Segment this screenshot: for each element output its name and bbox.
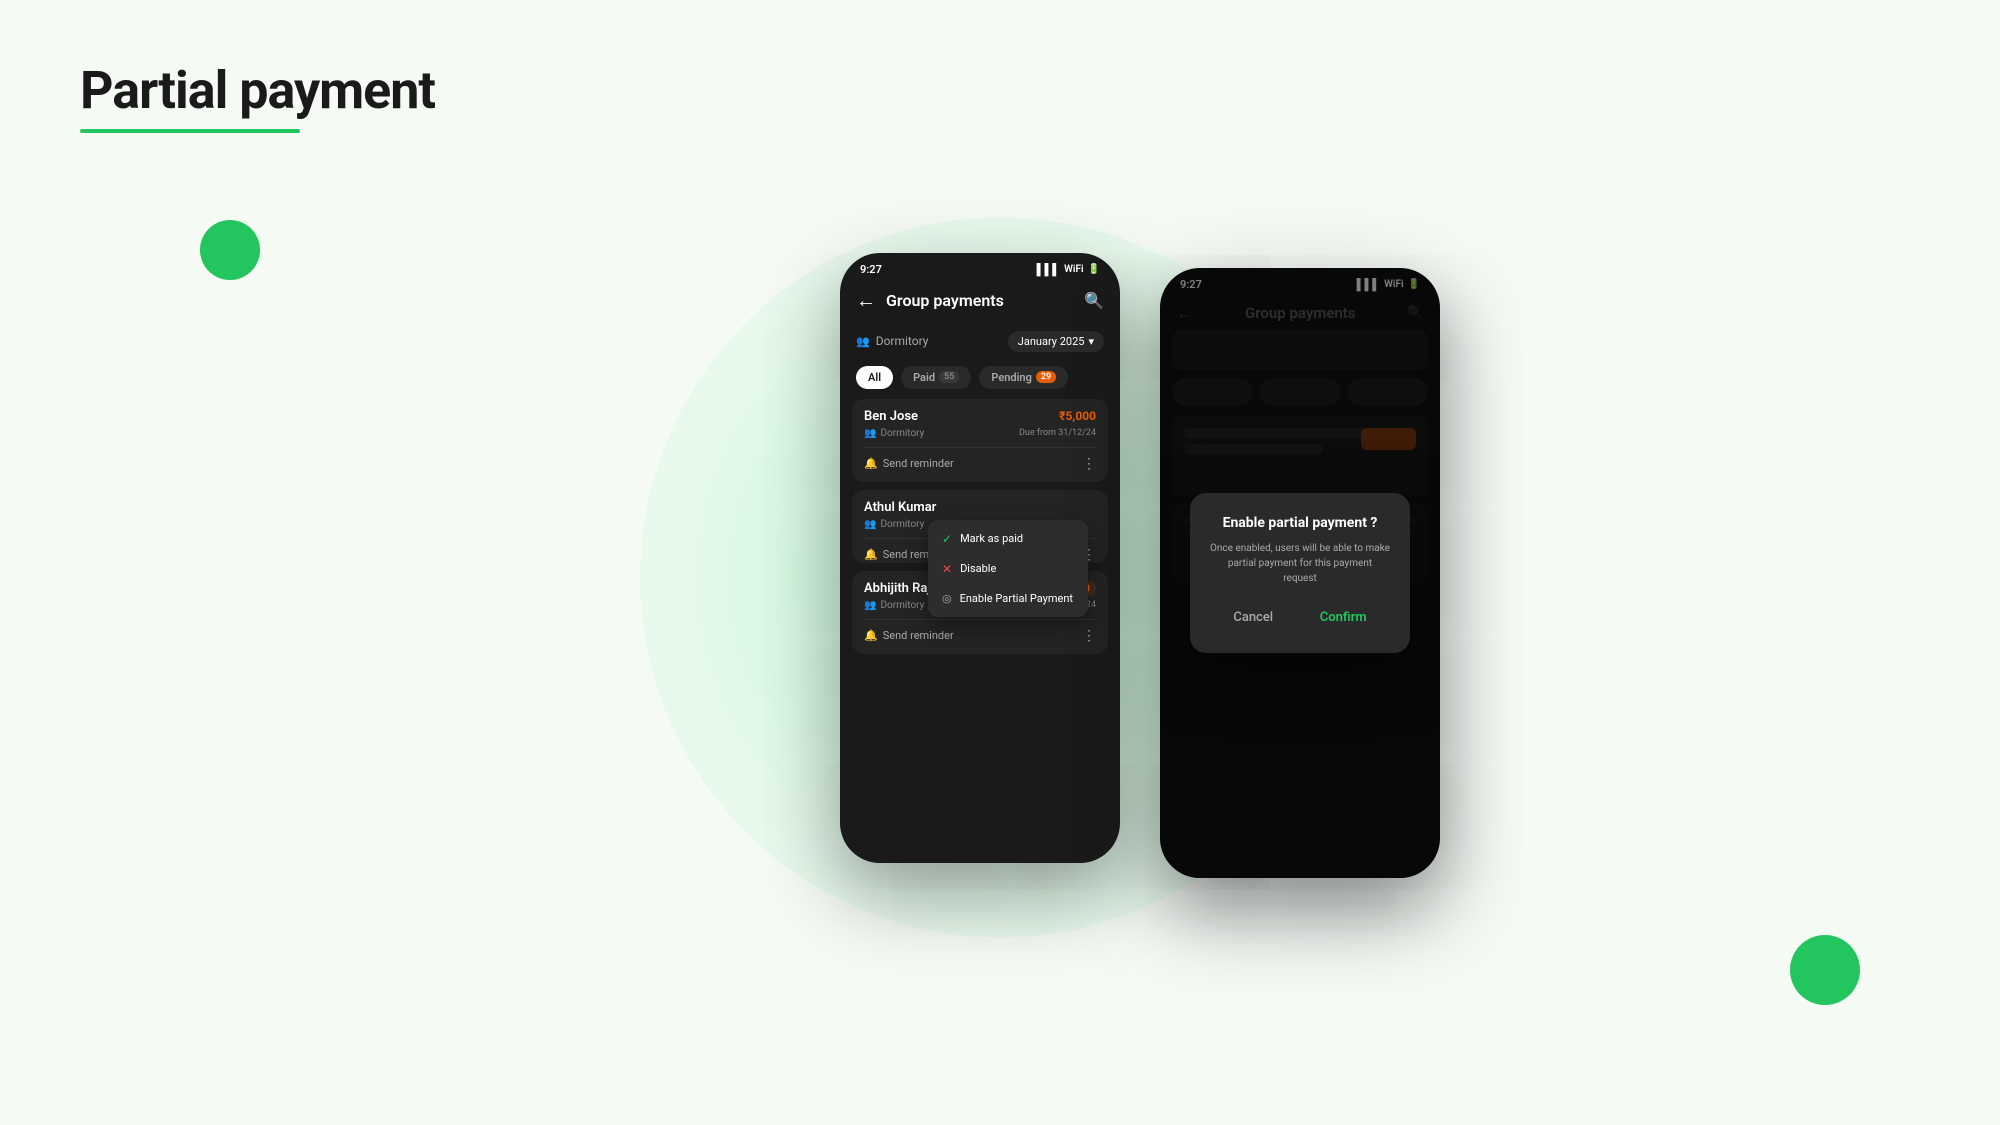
decorative-circle-left — [200, 220, 260, 280]
bell-icon-abhijith: 🔔 — [864, 629, 878, 642]
dialog-overlay: Enable partial payment ? Once enabled, u… — [1160, 268, 1440, 878]
card-athul-top: Athul Kumar — [864, 500, 1096, 515]
tab-all[interactable]: All — [856, 366, 893, 389]
check-icon: ✓ — [942, 532, 952, 546]
more-options-ben[interactable]: ⋮ — [1082, 456, 1096, 472]
dormitory-icon: 👥 — [856, 335, 870, 348]
tab-paid-label: Paid — [913, 371, 935, 384]
more-options-abhijith[interactable]: ⋮ — [1082, 628, 1096, 644]
paid-badge: 55 — [939, 371, 959, 383]
card-ben-due: Due from 31/12/24 — [1019, 428, 1096, 438]
card-abhijith-name: Abhijith Raj — [864, 581, 931, 596]
phone-header-left: ← Group payments — [856, 288, 1004, 313]
card-abhijith-actions: 🔔 Send reminder ⋮ — [864, 619, 1096, 644]
tab-paid[interactable]: Paid 55 — [901, 366, 971, 389]
status-icons-1: ▌▌▌ WiFi 🔋 — [1037, 263, 1100, 276]
card-ben-top: Ben Jose ₹5,000 — [864, 409, 1096, 424]
dormitory-label: Dormitory — [876, 334, 929, 348]
card-ben-sub: 👥 Dormitory Due from 31/12/24 — [864, 428, 1096, 439]
dialog-description: Once enabled, users will be able to make… — [1210, 541, 1390, 586]
context-mark-paid[interactable]: ✓ Mark as paid — [928, 524, 1088, 554]
wifi-icon-1: WiFi — [1064, 264, 1083, 275]
location-icon-athul: 👥 — [864, 519, 876, 530]
back-button[interactable]: ← — [856, 288, 876, 313]
card-ben-location: 👥 Dormitory — [864, 428, 924, 439]
tab-pending[interactable]: Pending 29 — [979, 366, 1068, 389]
chevron-down-icon: ▾ — [1088, 335, 1094, 348]
bell-icon-athul: 🔔 — [864, 548, 878, 561]
card-ben-actions: 🔔 Send reminder ⋮ — [864, 447, 1096, 472]
disable-label: Disable — [960, 562, 996, 575]
signal-icon-1: ▌▌▌ — [1037, 263, 1060, 276]
context-disable[interactable]: ✕ Disable — [928, 554, 1088, 584]
status-bar-1: 9:27 ▌▌▌ WiFi 🔋 — [840, 253, 1120, 280]
context-menu: ✓ Mark as paid ✕ Disable ◎ Enable Partia… — [928, 520, 1088, 617]
enable-partial-label: Enable Partial Payment — [960, 592, 1073, 605]
month-selector[interactable]: January 2025 ▾ — [1008, 331, 1104, 352]
send-reminder-ben[interactable]: 🔔 Send reminder — [864, 457, 954, 470]
tab-all-label: All — [868, 371, 881, 384]
card-ben-name: Ben Jose — [864, 409, 918, 424]
payment-card-ben: Ben Jose ₹5,000 👥 Dormitory Due from 31/… — [852, 399, 1108, 482]
search-button[interactable]: 🔍 — [1084, 291, 1104, 310]
dormitory-label-section: 👥 Dormitory — [856, 334, 928, 348]
phone-1: 9:27 ▌▌▌ WiFi 🔋 ← Group payments 🔍 👥 Dor… — [840, 253, 1120, 863]
title-underline — [80, 129, 300, 133]
battery-icon-1: 🔋 — [1088, 264, 1100, 275]
payment-card-athul: Athul Kumar 👥 Dormitory 🔔 Send reminder … — [852, 490, 1108, 563]
card-ben-amount: ₹5,000 — [1059, 409, 1096, 423]
tab-pending-label: Pending — [991, 371, 1032, 384]
partial-icon: ◎ — [942, 592, 952, 605]
phone-header-1: ← Group payments 🔍 — [840, 280, 1120, 323]
mark-paid-label: Mark as paid — [960, 532, 1023, 545]
tabs-row: All Paid 55 Pending 29 — [840, 360, 1120, 399]
card-abhijith-location: 👥 Dormitory — [864, 600, 924, 611]
card-athul-name: Athul Kumar — [864, 500, 936, 515]
x-icon: ✕ — [942, 562, 952, 576]
phones-wrapper: 9:27 ▌▌▌ WiFi 🔋 ← Group payments 🔍 👥 Dor… — [340, 50, 1940, 1065]
dialog-cancel-button[interactable]: Cancel — [1217, 604, 1289, 631]
phone1-header-title: Group payments — [886, 291, 1004, 310]
pending-badge: 29 — [1036, 371, 1056, 383]
location-icon-ben: 👥 — [864, 428, 876, 439]
context-enable-partial[interactable]: ◎ Enable Partial Payment — [928, 584, 1088, 613]
bell-icon-ben: 🔔 — [864, 457, 878, 470]
card-athul-location: 👥 Dormitory — [864, 519, 924, 530]
dialog-confirm-button[interactable]: Confirm — [1304, 604, 1383, 631]
send-reminder-abhijith[interactable]: 🔔 Send reminder — [864, 629, 954, 642]
dialog-buttons: Cancel Confirm — [1210, 604, 1390, 631]
status-time-1: 9:27 — [860, 263, 882, 276]
partial-payment-dialog: Enable partial payment ? Once enabled, u… — [1190, 493, 1410, 653]
phone-2: 9:27 ▌▌▌ WiFi 🔋 ← Group payments 🔍 — [1160, 268, 1440, 878]
dormitory-row: 👥 Dormitory January 2025 ▾ — [840, 323, 1120, 360]
location-icon-abhijith: 👥 — [864, 600, 876, 611]
dialog-title: Enable partial payment ? — [1210, 515, 1390, 531]
month-label: January 2025 — [1018, 335, 1085, 348]
